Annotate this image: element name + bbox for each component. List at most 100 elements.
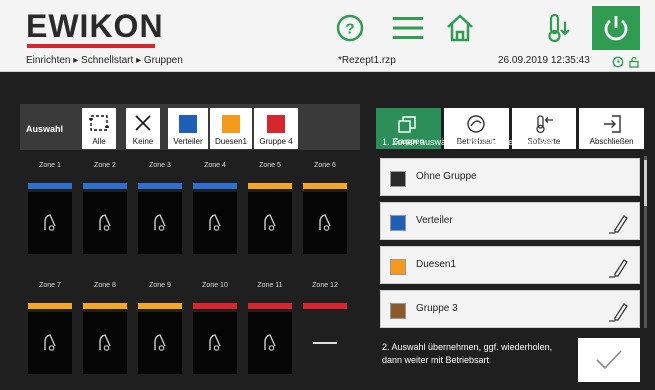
group-name: Duesen1 [416,259,457,270]
select-all-button[interactable]: Alle [82,108,116,149]
zone-tile[interactable] [138,312,182,374]
zone-tile[interactable] [248,312,292,374]
power-icon [604,16,628,41]
nozzle-icon [209,334,221,351]
group-name: Verteiler [416,215,453,226]
zone-group-bar [193,303,237,309]
group-color-swatch [390,303,406,319]
zone-group-bar [138,303,182,309]
group-item[interactable]: Duesen1 [380,246,640,284]
checkmark-icon [596,350,622,370]
zone-label: Zone 6 [314,162,336,169]
group-name: Ohne Gruppe [416,171,477,182]
menu-icon[interactable] [388,10,428,46]
nozzle-icon [154,214,166,231]
group-list-scroll-thumb[interactable] [644,160,647,206]
nozzle-icon [264,214,276,231]
zone-tile[interactable] [138,192,182,254]
select-none-icon [135,115,151,131]
zone-group-bar [248,183,292,189]
verteiler-swatch [179,115,197,133]
zone-label: Zone 2 [94,162,116,169]
zone-group-bar [303,303,347,309]
select-duesen1-button[interactable]: Duesen1 [210,108,252,149]
clock-icon [612,55,624,68]
group-list: Ohne Gruppe Verteiler Duesen1 Gruppe 3 [380,156,642,328]
zone-group-bar [248,303,292,309]
groups-icon [398,116,417,133]
nozzle-icon [44,334,56,351]
nozzle-icon [99,334,111,351]
zone-label: Zone 10 [202,282,228,289]
home-icon[interactable] [440,10,480,46]
step1-instruction: 1. Zonen auswählen und Gruppe zuweisen [382,137,554,147]
zone-label: Zone 9 [149,282,171,289]
selection-label: Auswahl [26,124,64,134]
zone-label: Zone 1 [39,162,61,169]
zone-tile-empty [303,312,347,374]
nozzle-icon [319,214,331,231]
breadcrumb: Einrichten ▸ Schnellstart ▸ Gruppen [26,55,183,66]
select-verteiler-button[interactable]: Verteiler [168,108,208,149]
tab-label: Abschließen [589,137,634,146]
lock-icon[interactable] [628,55,640,68]
select-none-button[interactable]: Keine [126,108,160,149]
recipe-filename: *Rezept1.rzp [338,55,396,66]
edit-pencil-icon[interactable] [607,299,631,323]
confirm-button[interactable] [578,338,640,382]
tab-abschliessen[interactable]: Abschließen [579,108,644,149]
select-all-label: Alle [92,137,106,146]
empty-dash-icon [313,342,337,344]
nozzle-icon [264,334,276,351]
zone-label: Zone 3 [149,162,171,169]
logo-underline [27,44,155,48]
nozzle-icon [44,214,56,231]
zone-label: Zone 11 [257,282,283,289]
group-item[interactable]: Ohne Gruppe [380,158,640,196]
zone-label: Zone 7 [39,282,61,289]
zone-label: Zone 12 [312,282,338,289]
zone-tile[interactable] [83,312,127,374]
zone-label: Zone 8 [94,282,116,289]
zone-group-bar [138,183,182,189]
power-button[interactable] [592,6,640,50]
zone-tile[interactable] [28,192,72,254]
ewikon-logo: EWIKON [26,8,164,44]
zone-tile[interactable] [28,312,72,374]
zone-group-bar [83,183,127,189]
select-gruppe4-button[interactable]: Gruppe 4 [254,108,298,149]
nozzle-icon [99,214,111,231]
step2-instruction: 2. Auswahl übernehmen, ggf. wiederholen,… [382,342,553,365]
select-gruppe4-label: Gruppe 4 [259,137,293,146]
nozzle-icon [209,214,221,231]
zone-tile[interactable] [248,192,292,254]
temperature-down-icon[interactable] [538,10,578,46]
zone-label: Zone 4 [204,162,226,169]
group-item[interactable]: Verteiler [380,202,640,240]
svg-text:?: ? [345,21,354,38]
edit-pencil-icon[interactable] [607,255,631,279]
group-color-swatch [390,259,406,275]
nozzle-icon [154,334,166,351]
zone-group-bar [83,303,127,309]
help-icon[interactable]: ? [330,10,370,46]
group-item[interactable]: Gruppe 3 [380,290,640,328]
setpoint-icon [536,115,553,134]
select-none-label: Keine [132,137,154,146]
header-bar: EWIKON ? Einrichten ▸ Schnellstart ▸ Gru… [0,0,655,72]
finish-icon [603,115,621,133]
group-color-swatch [390,171,406,187]
zone-tile[interactable] [83,192,127,254]
zone-tile[interactable] [193,312,237,374]
zone-group-bar [303,183,347,189]
zone-group-bar [193,183,237,189]
group-color-swatch [390,215,406,231]
zone-tile[interactable] [193,192,237,254]
select-all-icon [89,115,109,131]
date-time: 26.09.2019 12:35:43 [498,55,590,66]
select-duesen1-label: Duesen1 [214,137,248,146]
zone-tile[interactable] [303,192,347,254]
group-name: Gruppe 3 [416,303,458,314]
mode-icon [467,115,485,133]
edit-pencil-icon[interactable] [607,211,631,235]
